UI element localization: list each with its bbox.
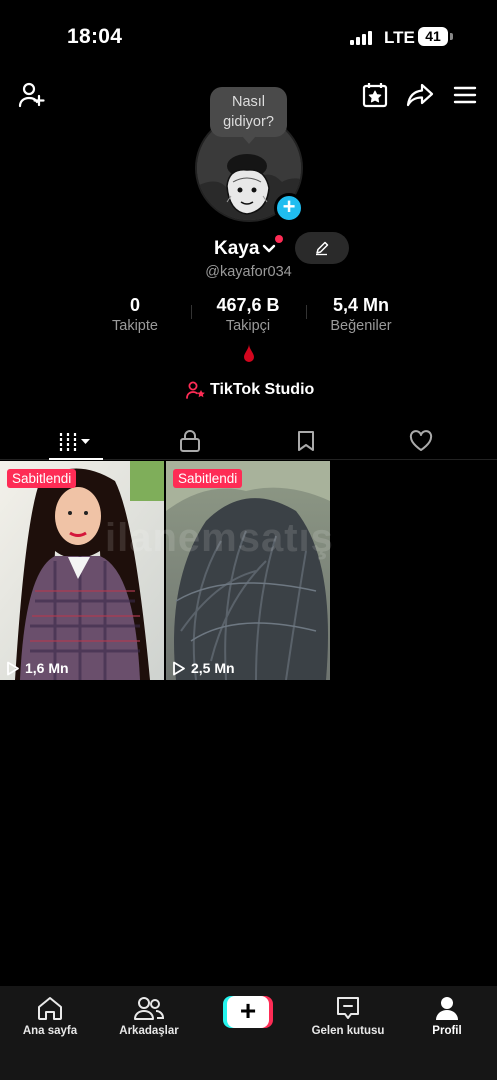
tab-videos[interactable] [14, 422, 138, 460]
tooltip-tail [242, 136, 256, 144]
lock-icon [180, 430, 200, 452]
nav-profile[interactable]: Profil [397, 994, 497, 1037]
add-friend-icon[interactable] [16, 80, 48, 110]
view-count-text: 1,6 Mn [25, 660, 69, 676]
chevron-down-icon [263, 244, 276, 253]
stat-label: Beğeniler [330, 318, 392, 334]
stat-value: 0 [129, 295, 140, 315]
bottom-nav: Ana sayfa Arkadaşlar + Gelen kutusu Prof… [0, 986, 497, 1080]
video-tile[interactable]: Sabitlendi 2,5 Mn [166, 461, 330, 680]
add-story-button[interactable]: + [274, 193, 304, 223]
stat-likes[interactable]: 5,4 Mn Beğeniler [316, 295, 406, 334]
network-type: LTE [384, 28, 415, 47]
watermark: ilanemsatış [105, 516, 334, 560]
nav-label: Profil [432, 1025, 462, 1037]
video-thumbnail [166, 461, 330, 680]
create-icon: + [227, 996, 269, 1028]
signal-icon [350, 29, 376, 45]
tab-private[interactable] [128, 422, 252, 460]
stat-value: 467,6 B [216, 295, 280, 315]
friends-icon [134, 997, 164, 1020]
bookmark-icon [298, 431, 314, 451]
calendar-star-icon[interactable] [360, 80, 390, 110]
battery-icon: 41 [418, 27, 448, 46]
tab-liked[interactable] [359, 422, 483, 460]
nav-label: Gelen kutusu [311, 1025, 385, 1037]
video-tile[interactable]: Sabitlendi 1,6 Mn [0, 461, 164, 680]
status-tooltip[interactable]: Nasıl gidiyor? [210, 87, 287, 137]
tiktok-studio-link[interactable]: TikTok Studio [186, 381, 314, 399]
play-icon [173, 661, 185, 675]
tab-saved[interactable] [244, 422, 368, 460]
battery-tip [450, 33, 453, 40]
studio-icon [186, 381, 205, 399]
tab-underline [49, 458, 103, 460]
nav-home[interactable]: Ana sayfa [0, 994, 100, 1037]
display-name-row[interactable]: Kaya [214, 236, 276, 262]
inbox-icon [337, 997, 359, 1019]
heart-icon [409, 430, 433, 451]
blood-drop-icon [244, 344, 254, 367]
divider [306, 305, 307, 319]
stat-following[interactable]: 0 Takipte [95, 295, 175, 334]
edit-profile-button[interactable] [295, 232, 349, 264]
stat-followers[interactable]: 467,6 B Takipçi [198, 295, 298, 334]
view-count: 2,5 Mn [172, 660, 235, 676]
play-icon [7, 661, 19, 675]
create-button[interactable]: + [223, 996, 273, 1028]
videos-icon [59, 433, 90, 451]
pinned-badge: Sabitlendi [173, 469, 243, 488]
view-count-text: 2,5 Mn [191, 660, 235, 676]
studio-label: TikTok Studio [210, 381, 315, 398]
nav-label: Ana sayfa [22, 1025, 78, 1037]
display-name: Kaya [214, 238, 260, 259]
video-thumbnail [0, 461, 164, 680]
stat-label: Takipte [112, 318, 158, 334]
user-handle: @kayafor034 [205, 264, 292, 280]
share-icon[interactable] [404, 80, 436, 110]
menu-icon[interactable] [452, 82, 478, 108]
divider [191, 305, 192, 319]
pencil-icon [316, 241, 329, 256]
notification-dot [275, 235, 283, 243]
nav-inbox[interactable]: Gelen kutusu [298, 994, 398, 1037]
view-count: 1,6 Mn [6, 660, 69, 676]
profile-tabs [0, 422, 497, 460]
nav-friends[interactable]: Arkadaşlar [99, 994, 199, 1037]
stat-value: 5,4 Mn [332, 295, 389, 315]
nav-label: Arkadaşlar [119, 1025, 179, 1037]
profile-icon [436, 997, 458, 1020]
stat-label: Takipçi [225, 318, 271, 334]
status-time: 18:04 [67, 25, 123, 48]
status-bar: 18:04 LTE 41 [0, 0, 497, 70]
home-icon [38, 997, 62, 1020]
pinned-badge: Sabitlendi [7, 469, 77, 488]
